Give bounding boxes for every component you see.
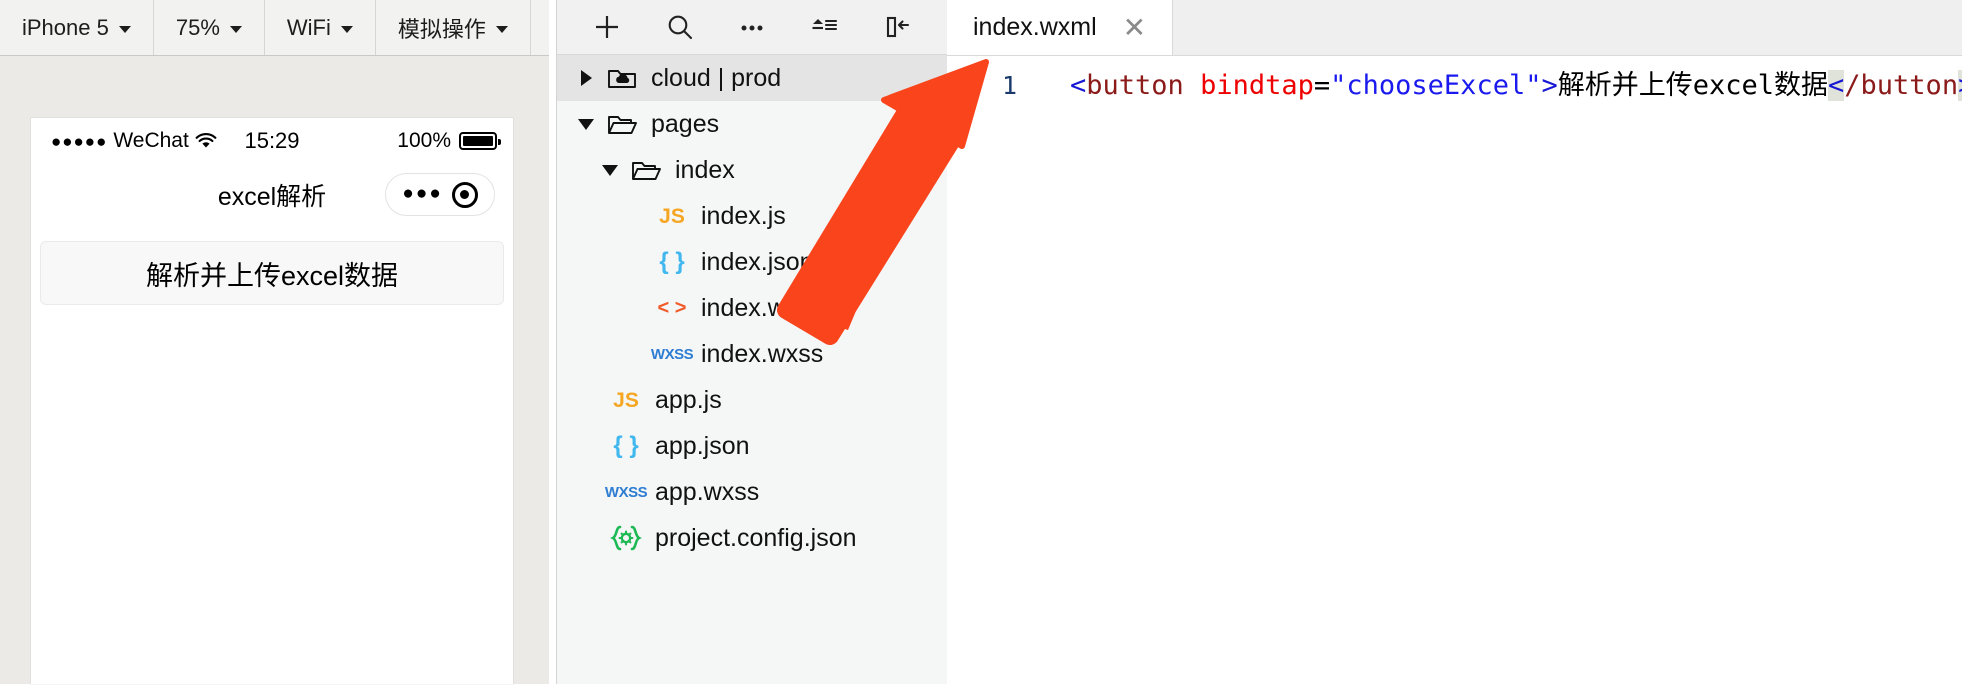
json-file-icon: { } [659, 248, 685, 275]
code-token-open-bracket: < [1070, 70, 1087, 101]
code-token-close-tag-body: /button [1844, 70, 1959, 101]
phone-nav-title: excel解析 [217, 182, 327, 211]
tree-item-label: cloud | prod [651, 63, 782, 92]
code-token-tag-name: button [1086, 70, 1184, 101]
chevron-down-icon [340, 26, 353, 33]
chevron-down-icon [229, 26, 242, 33]
tree-item-app-wxss[interactable]: WXSS app.wxss [557, 469, 947, 515]
zoom-selector[interactable]: 75% [154, 0, 265, 55]
more-options-icon[interactable] [731, 6, 773, 48]
chevron-right-icon[interactable] [575, 67, 597, 89]
code-token-close-bracket: > [1541, 70, 1558, 101]
tree-item-index-js[interactable]: JS index.js [557, 193, 947, 239]
phone-simulator-screen: ●●●●● WeChat 15:29 100% excel解析 ●●● 解析并上… [31, 118, 513, 684]
phone-nav-bar: excel解析 ●●● [31, 163, 513, 227]
simulate-action-label: 模拟操作 [397, 16, 486, 42]
tree-item-pages[interactable]: pages [557, 101, 947, 147]
folder-open-icon [629, 158, 663, 182]
chevron-down-icon [118, 26, 131, 33]
tree-item-index-wxss[interactable]: WXSS index.wxss [557, 331, 947, 377]
file-tree-toolbar [557, 0, 947, 55]
config-file-icon [609, 525, 643, 551]
search-icon[interactable] [659, 6, 701, 48]
tree-item-index-json[interactable]: { } index.json [557, 239, 947, 285]
network-selector[interactable]: WiFi [265, 0, 376, 55]
tree-item-label: index.js [701, 201, 786, 230]
tree-item-label: project.config.json [655, 523, 857, 552]
tree-item-app-json[interactable]: { } app.json [557, 423, 947, 469]
file-tree-pane: cloud | prod pages index JS index.js {}… [556, 0, 948, 684]
chevron-down-icon [495, 26, 508, 33]
tab-index-wxml[interactable]: index.wxml ✕ [947, 0, 1174, 55]
device-selector-label: iPhone 5 [22, 14, 109, 40]
collapse-all-icon[interactable] [803, 6, 845, 48]
wechat-devtools-window: iPhone 5 75% WiFi 模拟操作 ●●●●● WeChat 15:2… [0, 0, 1962, 685]
tab-label: index.wxml [973, 13, 1097, 41]
code-token-close-tag-open: < [1828, 70, 1845, 101]
choose-excel-button[interactable]: 解析并上传excel数据 [40, 241, 504, 305]
code-editor-pane: index.wxml ✕ 1 <button bindtap="chooseEx… [947, 0, 1962, 685]
tree-item-project-config-json[interactable]: project.config.json [557, 515, 947, 561]
close-icon[interactable]: ✕ [1123, 13, 1146, 42]
device-selector[interactable]: iPhone 5 [0, 0, 154, 55]
tree-item-label: index.json [701, 247, 814, 276]
editor-tab-bar-empty [1173, 0, 1962, 55]
code-token-inner-text: 解析并上传excel数据 [1557, 70, 1829, 101]
tree-item-label: index.wxml [701, 293, 825, 322]
battery-full-icon [459, 131, 501, 150]
network-selector-label: WiFi [286, 14, 331, 40]
tree-item-label: app.js [655, 385, 722, 414]
phone-status-bar: ●●●●● WeChat 15:29 100% [31, 118, 513, 163]
editor-tab-bar: index.wxml ✕ [947, 0, 1962, 56]
ellipsis-icon[interactable]: ●●● [402, 184, 442, 203]
code-token-attr-name: bindtap [1200, 70, 1314, 101]
js-file-icon: JS [659, 204, 685, 228]
wxss-file-icon: WXSS [604, 483, 648, 501]
code-editor-content[interactable]: 1 <button bindtap="chooseExcel">解析并上传exc… [947, 56, 1962, 685]
status-bar-right: 100% [397, 128, 501, 153]
target-icon[interactable] [451, 181, 478, 208]
tree-item-label: index.wxss [701, 339, 824, 368]
code-token-equals: = [1313, 70, 1331, 101]
wxml-file-icon: < > [657, 297, 687, 319]
code-token-close-tag-end: > [1958, 70, 1962, 101]
wechat-capsule-menu[interactable]: ●●● [385, 173, 495, 216]
json-file-icon: { } [613, 432, 639, 459]
js-file-icon: JS [613, 388, 639, 412]
simulator-toolbar: iPhone 5 75% WiFi 模拟操作 [0, 0, 549, 56]
tree-item-label: app.json [655, 431, 750, 460]
tree-item-index-folder[interactable]: index [557, 147, 947, 193]
folder-open-icon [605, 112, 639, 136]
line-number-gutter: 1 [1001, 71, 1017, 100]
choose-excel-button-label: 解析并上传excel数据 [145, 260, 399, 291]
chevron-down-icon[interactable] [599, 159, 621, 181]
zoom-selector-label: 75% [175, 14, 220, 40]
tree-item-label: app.wxss [655, 477, 760, 506]
simulate-action-selector[interactable]: 模拟操作 [376, 0, 531, 55]
add-file-icon[interactable] [586, 6, 628, 48]
code-line-1: 1 <button bindtap="chooseExcel">解析并上传exc… [947, 56, 1962, 108]
tree-item-label: pages [651, 109, 720, 138]
cloud-folder-icon [605, 66, 639, 90]
tree-item-index-wxml[interactable]: < > index.wxml [557, 285, 947, 331]
chevron-down-icon[interactable] [575, 113, 597, 135]
toggle-panel-icon[interactable] [876, 6, 918, 48]
tree-item-cloud-prod[interactable]: cloud | prod [557, 55, 947, 101]
file-tree-list: cloud | prod pages index JS index.js {}… [557, 55, 947, 561]
battery-percent-label: 100% [397, 128, 451, 152]
code-line-text[interactable]: <button bindtap="chooseExcel">解析并上传excel… [1025, 64, 1962, 108]
tree-item-app-js[interactable]: JS app.js [557, 377, 947, 423]
code-token-attr-value: "chooseExcel" [1330, 70, 1542, 101]
tree-item-label: index [675, 155, 735, 184]
simulator-pane: iPhone 5 75% WiFi 模拟操作 ●●●●● WeChat 15:2… [0, 0, 549, 684]
wxss-file-icon: WXSS [650, 345, 694, 363]
